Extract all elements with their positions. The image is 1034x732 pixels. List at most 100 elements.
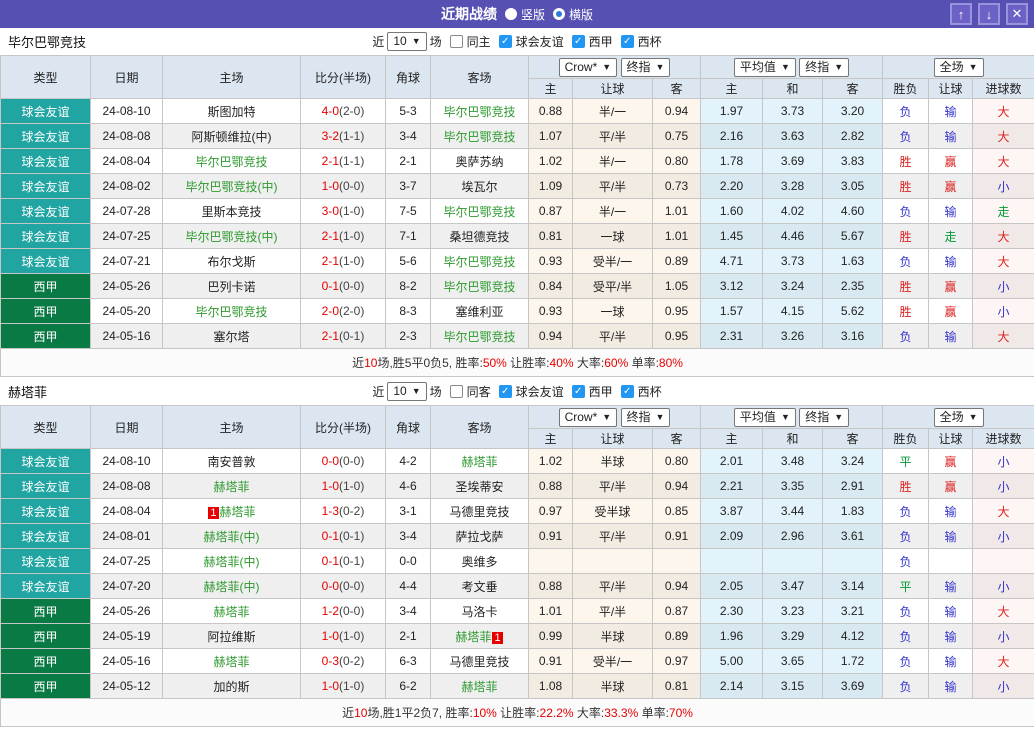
match-count-select[interactable]: 10 ▼ — [387, 32, 427, 51]
average-time-select[interactable]: 终指 ▼ — [799, 57, 850, 77]
handicap-cell: 平/半 — [572, 323, 653, 349]
team-label: 南安普敦 — [207, 454, 256, 469]
match-type-cell: 西甲 — [0, 648, 91, 674]
col-header-type: 类型 — [0, 55, 91, 99]
away-team-cell: 埃瓦尔 — [430, 173, 529, 199]
bookmaker-select[interactable]: Crow* ▼ — [558, 407, 618, 427]
handicap-result-cell: 输 — [928, 98, 974, 124]
filter-row: 赫塔菲 近 10 ▼ 场 同客 ✓ 球会友谊 ✓ 西甲 ✓ 西杯 — [0, 378, 1034, 405]
avg-away-cell: 3.14 — [822, 573, 884, 599]
score-cell: 1-2(0-0) — [300, 598, 386, 624]
close-button[interactable]: ✕ — [1006, 3, 1028, 25]
chevron-down-icon: ▼ — [602, 61, 612, 72]
goals-result-cell: 走 — [972, 198, 1034, 224]
away-odds-cell: 0.75 — [651, 123, 702, 149]
corner-cell: 7-1 — [385, 223, 431, 249]
score-cell: 0-1(0-1) — [300, 548, 386, 574]
avg-away-cell: 5.62 — [822, 298, 884, 324]
period-select[interactable]: 全场 ▼ — [933, 57, 984, 77]
team-label: 毕尔巴鄂竞技(中) — [185, 229, 278, 244]
match-type-cell: 球会友谊 — [0, 223, 91, 249]
subcol-avg-home: 主 — [700, 428, 764, 449]
home-team-cell: 巴列卡诺 — [162, 273, 301, 299]
away-odds-cell: 0.94 — [651, 98, 702, 124]
average-select[interactable]: 平均值 ▼ — [733, 407, 796, 427]
match-type-cell: 西甲 — [0, 673, 91, 699]
odds-time-select[interactable]: 终指 ▼ — [620, 57, 671, 77]
team-name: 赫塔菲 — [8, 385, 48, 400]
near-label: 近 — [372, 35, 385, 49]
filter-row: 毕尔巴鄂竞技 近 10 ▼ 场 同主 ✓ 球会友谊 ✓ 西甲 ✓ 西杯 — [0, 28, 1034, 55]
avg-away-cell: 3.05 — [822, 173, 884, 199]
corner-cell: 4-6 — [385, 473, 431, 499]
result-cell: 平 — [882, 573, 930, 599]
friendly-checkbox[interactable]: ✓ — [498, 385, 512, 398]
radio-vertical-layout[interactable]: 竖版 — [504, 6, 545, 23]
move-up-button[interactable]: ↑ — [950, 3, 972, 25]
home-odds-cell: 1.02 — [528, 448, 573, 474]
move-down-button[interactable]: ↓ — [978, 3, 1000, 25]
handicap-result-cell: 输 — [928, 623, 974, 649]
home-odds-cell: 0.93 — [528, 248, 573, 274]
home-team-cell: 布尔戈斯 — [162, 248, 301, 274]
away-odds-cell: 1.01 — [651, 198, 702, 224]
average-group: 平均值 ▼ 终指 ▼ — [700, 405, 884, 429]
score-cell: 4-0(2-0) — [300, 98, 386, 124]
home-team-cell: 赫塔菲 — [162, 598, 301, 624]
chevron-down-icon: ▼ — [655, 411, 665, 422]
subcol-handicap: 让球 — [572, 428, 653, 449]
team-label: 塞尔塔 — [213, 329, 250, 344]
same-venue-checkbox[interactable] — [449, 385, 463, 398]
avg-away-cell: 3.16 — [822, 323, 884, 349]
col-header-score: 比分(半场) — [300, 405, 386, 449]
average-time-select[interactable]: 终指 ▼ — [799, 407, 850, 427]
friendly-checkbox[interactable]: ✓ — [498, 35, 512, 48]
match-type-cell: 球会友谊 — [0, 198, 91, 224]
score-cell: 0-1(0-0) — [300, 273, 386, 299]
away-odds-cell: 0.80 — [651, 148, 702, 174]
odds-time-select[interactable]: 终指 ▼ — [620, 407, 671, 427]
match-date-cell: 24-08-08 — [90, 123, 163, 149]
avg-away-cell: 3.61 — [822, 523, 884, 549]
laliga-checkbox[interactable]: ✓ — [571, 385, 585, 398]
home-odds-cell: 0.88 — [528, 98, 573, 124]
period-select[interactable]: 全场 ▼ — [933, 407, 984, 427]
radio-horizontal-label: 横版 — [569, 7, 594, 22]
goals-result-cell: 大 — [972, 123, 1034, 149]
home-team-cell: 毕尔巴鄂竞技(中) — [162, 223, 301, 249]
avg-home-cell: 3.12 — [700, 273, 764, 299]
result-cell: 胜 — [882, 298, 930, 324]
away-odds-cell: 0.87 — [651, 598, 702, 624]
corner-cell: 2-1 — [385, 623, 431, 649]
result-cell: 负 — [882, 648, 930, 674]
average-select[interactable]: 平均值 ▼ — [733, 57, 796, 77]
avg-away-cell: 2.35 — [822, 273, 884, 299]
laliga-checkbox[interactable]: ✓ — [571, 35, 585, 48]
match-type-cell: 球会友谊 — [0, 548, 91, 574]
home-odds-cell: 1.02 — [528, 148, 573, 174]
team-label: 塞维利亚 — [455, 304, 504, 319]
avg-draw-cell: 4.15 — [762, 298, 824, 324]
avg-away-cell: 1.72 — [822, 648, 884, 674]
away-team-cell: 毕尔巴鄂竞技 — [430, 273, 529, 299]
match-date-cell: 24-05-20 — [90, 298, 163, 324]
col-header-home: 主场 — [162, 55, 301, 99]
away-odds-cell: 0.89 — [651, 248, 702, 274]
team-label: 毕尔巴鄂竞技 — [443, 204, 516, 219]
away-team-cell: 赫塔菲 — [430, 673, 529, 699]
score-cell: 1-3(0-2) — [300, 498, 386, 524]
copa-checkbox[interactable]: ✓ — [620, 385, 634, 398]
copa-checkbox[interactable]: ✓ — [620, 35, 634, 48]
match-count-select[interactable]: 10 ▼ — [387, 382, 427, 401]
avg-away-cell: 1.63 — [822, 248, 884, 274]
bookmaker-select[interactable]: Crow* ▼ — [558, 57, 618, 77]
same-venue-checkbox[interactable] — [449, 35, 463, 48]
radio-horizontal-layout[interactable]: 横版 — [553, 6, 593, 23]
team-label: 赫塔菲 — [213, 654, 250, 669]
avg-draw-cell: 3.69 — [762, 148, 824, 174]
result-cell: 胜 — [882, 273, 930, 299]
avg-home-cell: 2.31 — [700, 323, 764, 349]
handicap-cell: 受半球 — [572, 498, 653, 524]
handicap-result-cell: 输 — [928, 573, 974, 599]
avg-draw-cell: 3.24 — [762, 273, 824, 299]
